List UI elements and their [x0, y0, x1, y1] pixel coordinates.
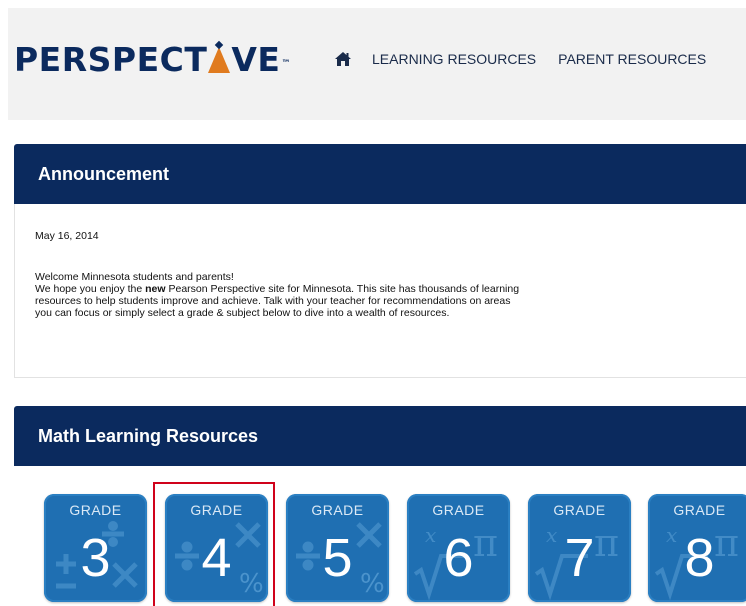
grade-number: 7: [564, 528, 595, 588]
nav-parent-resources[interactable]: PARENT RESOURCES: [558, 51, 706, 67]
logo-trademark: ™: [281, 59, 291, 69]
grade-5-tile[interactable]: % GRADE 5: [286, 494, 389, 602]
grade-7-tile[interactable]: x π GRADE 7: [528, 494, 631, 602]
grade-number: 5: [322, 528, 353, 588]
perspective-logo[interactable]: PERSPECT VE™: [14, 40, 291, 80]
grade-number: 6: [443, 528, 474, 588]
grade-3-tile[interactable]: GRADE 3: [44, 494, 147, 602]
grade-label: GRADE: [311, 502, 364, 518]
grade-8-tile[interactable]: x π GRADE 8: [648, 494, 746, 602]
grade-label: GRADE: [673, 502, 726, 518]
grade-label: GRADE: [190, 502, 243, 518]
nav-learning-resources[interactable]: LEARNING RESOURCES: [372, 51, 536, 67]
announcement-date: May 16, 2014: [35, 230, 99, 242]
main-nav: LEARNING RESOURCES PARENT RESOURCES: [334, 50, 728, 68]
grade-4-tile[interactable]: % GRADE 4: [165, 494, 268, 602]
grade-number: 8: [684, 528, 715, 588]
announcement-line: We hope you enjoy the new Pearson Perspe…: [35, 283, 520, 295]
announcement-title: Announcement: [38, 164, 170, 184]
grade-number: 4: [201, 528, 232, 588]
logo-accent-icon: [208, 40, 231, 73]
grade-label: GRADE: [432, 502, 485, 518]
announcement-line: you can focus or simply select a grade &…: [35, 307, 450, 319]
announcement-line: resources to help students improve and a…: [35, 295, 511, 307]
announcement-body: May 16, 2014 Welcome Minnesota students …: [14, 204, 746, 378]
site-header: PERSPECT VE™ LEARNING RESOURCES PARENT RE…: [8, 8, 746, 120]
math-resources-header: Math Learning Resources: [14, 406, 746, 466]
grade-label: GRADE: [69, 502, 122, 518]
announcement-message: Welcome Minnesota students and parents! …: [35, 271, 675, 319]
logo-text-start: PERSPECT: [14, 40, 208, 79]
announcement-line: Welcome Minnesota students and parents!: [35, 271, 234, 283]
logo-text-end: VE: [231, 40, 281, 79]
math-resources-title: Math Learning Resources: [38, 426, 259, 446]
grade-label: GRADE: [553, 502, 606, 518]
grade-number: 3: [80, 528, 111, 588]
grade-6-tile[interactable]: x π GRADE 6: [407, 494, 510, 602]
home-icon[interactable]: [334, 50, 352, 68]
announcement-header: Announcement: [14, 144, 746, 204]
